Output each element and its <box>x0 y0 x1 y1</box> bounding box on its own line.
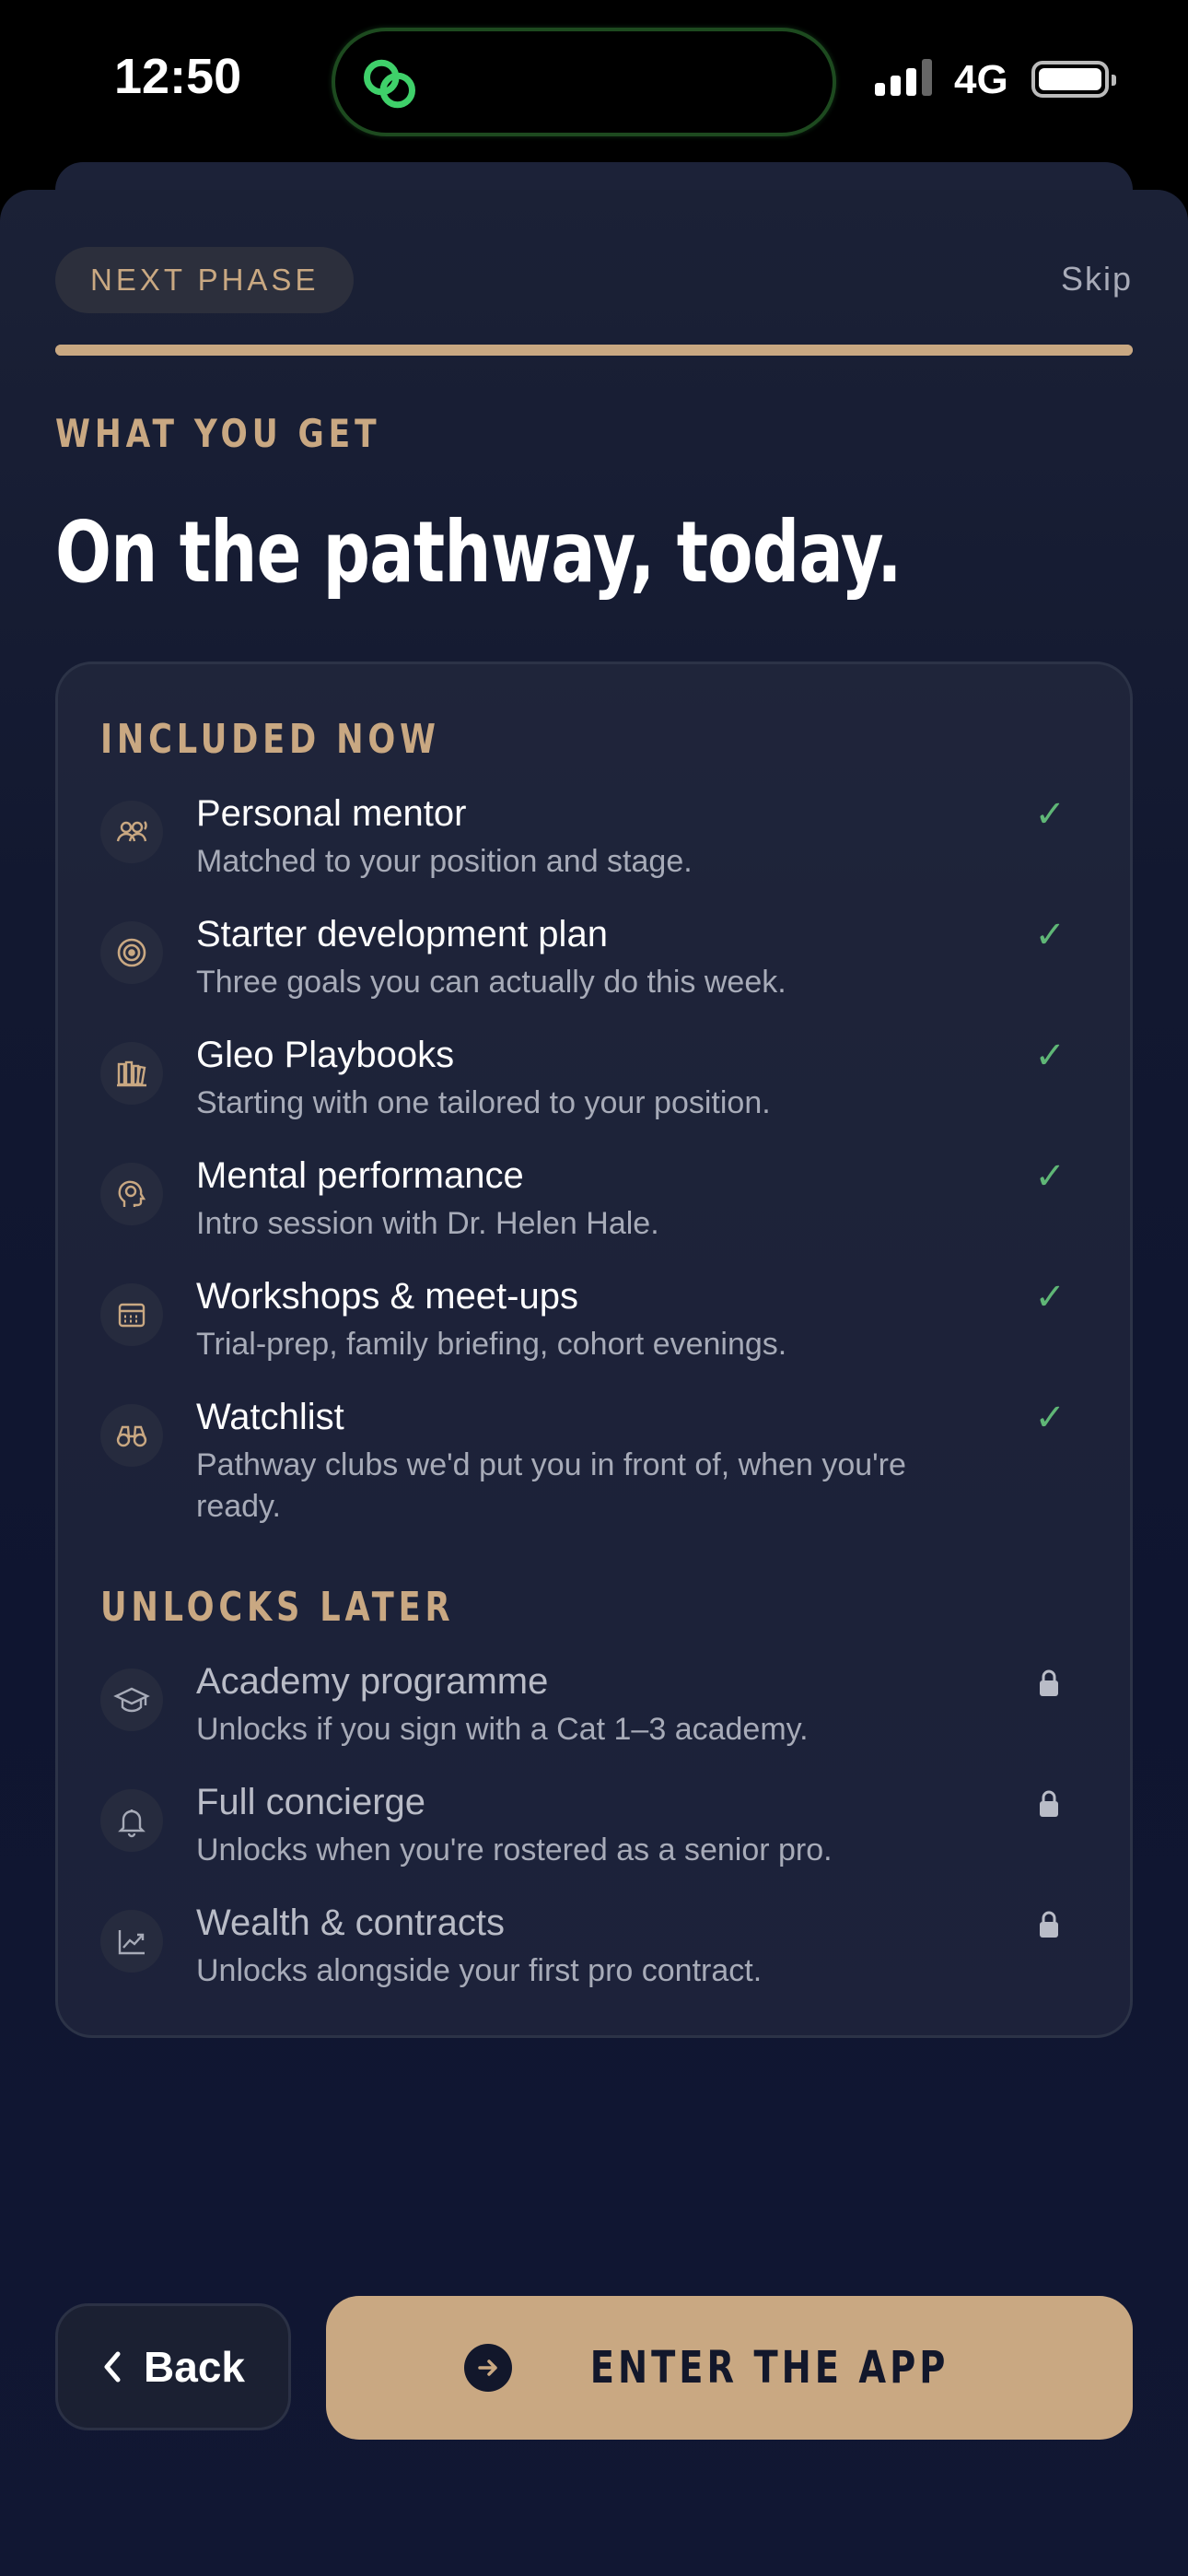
feature-title: Academy programme <box>196 1661 549 1702</box>
enter-app-label: ENTER THE APP <box>590 2342 949 2394</box>
feature-description: Intro session with Dr. Helen Hale. <box>196 1206 659 1241</box>
feature-title: Starter development plan <box>196 914 608 954</box>
status-time: 12:50 <box>114 49 242 104</box>
lock-icon <box>1040 1669 1058 1696</box>
feature-description: Trial-prep, family briefing, cohort even… <box>196 1327 787 1362</box>
check-icon: ✓ <box>1034 1036 1066 1076</box>
feature-description: Matched to your position and stage. <box>196 844 693 879</box>
feature-item: Mental performance Intro session with Dr… <box>100 1155 1093 1257</box>
locked-feature-item: Full concierge Unlocks when you're roste… <box>100 1782 1093 1883</box>
arrow-right-circle-icon <box>464 2344 513 2392</box>
check-icon: ✓ <box>1034 915 1066 955</box>
dynamic-island <box>332 28 836 136</box>
locked-feature-item: Academy programme Unlocks if you sign wi… <box>100 1661 1093 1762</box>
check-icon: ✓ <box>1034 1398 1066 1438</box>
feature-description: Unlocks if you sign with a Cat 1–3 acade… <box>196 1712 809 1747</box>
link-rings-icon <box>364 59 415 109</box>
skip-button[interactable]: Skip <box>1061 260 1133 299</box>
app-screen: 12:50 4G NEXT PHASE Skip WHAT YOU GET On… <box>0 0 1188 2576</box>
feature-item: Workshops & meet-ups Trial-prep, family … <box>100 1276 1093 1377</box>
included-heading: INCLUDED NOW <box>100 716 440 763</box>
phase-badge: NEXT PHASE <box>55 247 355 313</box>
check-icon: ✓ <box>1034 794 1066 835</box>
progress-bar <box>55 345 1133 356</box>
feature-description: Starting with one tailored to your posit… <box>196 1085 771 1120</box>
calendar-icon <box>100 1283 163 1346</box>
feature-description: Three goals you can actually do this wee… <box>196 965 786 1000</box>
feature-item: Gleo Playbooks Starting with one tailore… <box>100 1035 1093 1136</box>
trend-chart-icon <box>100 1910 163 1973</box>
progress-fill <box>55 345 1133 356</box>
check-icon: ✓ <box>1034 1156 1066 1197</box>
check-icon: ✓ <box>1034 1277 1066 1317</box>
battery-icon <box>1031 61 1116 98</box>
lock-icon <box>1040 1911 1058 1938</box>
feature-description: Pathway clubs we'd put you in front of, … <box>196 1447 906 1524</box>
unlocks-later-heading: UNLOCKS LATER <box>100 1584 455 1631</box>
back-button[interactable]: Back <box>55 2303 291 2430</box>
feature-title: Wealth & contracts <box>196 1903 505 1943</box>
feature-description: Unlocks when you're rostered as a senior… <box>196 1832 833 1868</box>
back-label: Back <box>144 2343 245 2391</box>
feature-title: Workshops & meet-ups <box>196 1276 578 1317</box>
page-title: On the pathway, today. <box>55 503 903 602</box>
brain-head-icon <box>100 1163 163 1225</box>
onboarding-sheet: NEXT PHASE Skip WHAT YOU GET On the path… <box>0 190 1188 2576</box>
feature-title: Watchlist <box>196 1397 344 1437</box>
graduation-cap-icon <box>100 1669 163 1731</box>
lock-icon <box>1040 1790 1058 1817</box>
cell-signal-icon <box>875 59 932 96</box>
target-icon <box>100 921 163 984</box>
binoculars-icon <box>100 1404 163 1467</box>
features-card: INCLUDED NOW Personal mentor Matched to … <box>55 662 1133 2038</box>
feature-item: Personal mentor Matched to your position… <box>100 793 1093 895</box>
locked-feature-item: Wealth & contracts Unlocks alongside you… <box>100 1903 1093 2004</box>
feature-title: Gleo Playbooks <box>196 1035 455 1075</box>
enter-app-button[interactable]: ENTER THE APP <box>326 2296 1133 2440</box>
feature-title: Full concierge <box>196 1782 426 1822</box>
network-type: 4G <box>954 57 1008 102</box>
feature-item: Starter development plan Three goals you… <box>100 914 1093 1015</box>
playbooks-icon <box>100 1042 163 1105</box>
chevron-left-icon <box>104 2351 121 2383</box>
section-eyebrow: WHAT YOU GET <box>55 411 381 456</box>
bell-icon <box>100 1789 163 1852</box>
feature-title: Mental performance <box>196 1155 524 1196</box>
mentor-group-icon <box>100 801 163 863</box>
feature-description: Unlocks alongside your first pro contrac… <box>196 1953 763 1988</box>
feature-title: Personal mentor <box>196 793 467 834</box>
feature-item: Watchlist Pathway clubs we'd put you in … <box>100 1397 1093 1526</box>
